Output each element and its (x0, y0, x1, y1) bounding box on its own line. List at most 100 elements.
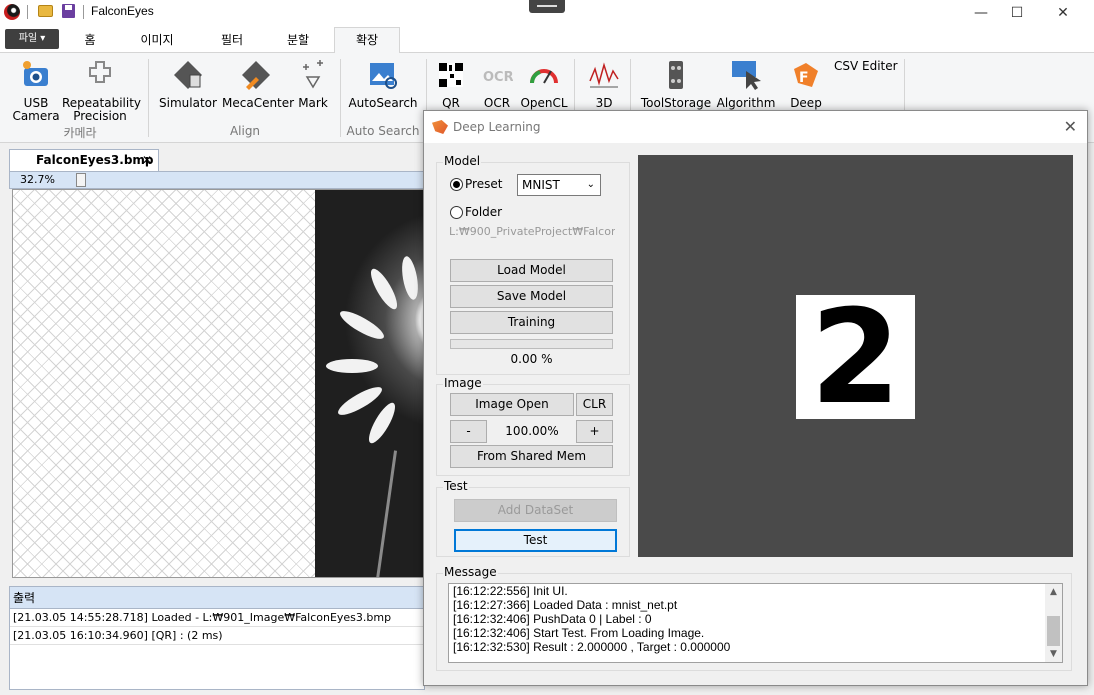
tab-extension[interactable]: 확장 (334, 27, 400, 54)
ocr-label: OCR (483, 96, 511, 110)
close-icon[interactable]: ✕ (142, 150, 152, 170)
output-header: 출력 (10, 587, 424, 609)
training-button[interactable]: Training (450, 311, 613, 334)
3d-label: 3D (595, 96, 613, 110)
divider (148, 59, 149, 137)
app-logo-icon[interactable] (4, 4, 20, 20)
output-row[interactable]: [21.03.05 14:55:28.718] Loaded - L:₩901_… (10, 609, 424, 627)
zoom-level: 32.7% (20, 173, 55, 186)
flower-photo (315, 190, 424, 577)
autosearch-button[interactable]: AutoSearch (348, 59, 418, 110)
algorithm-cursor-icon (732, 61, 761, 90)
clear-button[interactable]: CLR (576, 393, 613, 416)
from-shared-mem-button[interactable]: From Shared Mem (450, 445, 613, 468)
title-grip-handle[interactable] (529, 0, 565, 13)
add-dataset-button[interactable]: Add DataSet (454, 499, 617, 522)
title-bar: FalconEyes — ☐ ✕ (0, 0, 1094, 26)
ribbon-tab-bar: 파일 ▾ 홈 이미지 필터 분할 확장 (0, 26, 1094, 54)
test-button[interactable]: Test (454, 529, 617, 552)
usb-camera-button[interactable]: USB Camera (10, 59, 62, 123)
output-row[interactable]: [21.03.05 16:10:34.960] [QR] : (2 ms) (10, 627, 424, 645)
deep-label: Deep (790, 96, 822, 110)
mecacenter-icon (242, 61, 270, 90)
zoom-out-button[interactable]: - (450, 420, 487, 443)
chevron-down-icon: ⌄ (586, 179, 595, 190)
3d-graph-icon (589, 62, 619, 88)
mark-button[interactable]: Mark (292, 59, 334, 110)
divider (340, 59, 341, 137)
mecacenter-label: MecaCenter (222, 96, 295, 110)
deep-button[interactable]: F Deep (786, 59, 826, 110)
message-line: [16:12:32:406] PushData 0 | Label : 0 (453, 612, 652, 626)
tab-segment[interactable]: 분할 (276, 28, 320, 53)
csv-editer-button[interactable]: CSV Editer (834, 60, 900, 73)
zoom-in-button[interactable]: + (576, 420, 613, 443)
group-label-align: Align (229, 124, 261, 138)
toolstorage-button[interactable]: ToolStorage (640, 59, 712, 110)
dialog-close-button[interactable]: ✕ (1064, 117, 1077, 136)
document-tab-strip: FalconEyes3.bmp ✕ (0, 143, 425, 171)
deep-learning-icon (432, 120, 448, 134)
repeatability-label: Repeatability Precision (62, 96, 142, 123)
preset-select[interactable]: MNIST ⌄ (517, 174, 601, 196)
preset-radio[interactable] (450, 178, 463, 191)
ocr-icon: OCR (483, 70, 514, 85)
message-line: [16:12:32:530] Result : 2.000000 , Targe… (453, 640, 731, 654)
document-tab-title: FalconEyes3.bmp (36, 153, 154, 167)
test-group-label: Test (443, 479, 469, 493)
flower-petal (399, 255, 421, 301)
scrollbar-thumb[interactable] (1047, 616, 1060, 646)
scroll-up-icon[interactable]: ▲ (1045, 584, 1062, 600)
toolstorage-icon (669, 61, 683, 89)
model-group-label: Model (443, 154, 482, 168)
tab-filter[interactable]: 필터 (210, 28, 254, 53)
file-menu-button[interactable]: 파일 ▾ (5, 29, 59, 49)
output-panel: 출력 [21.03.05 14:55:28.718] Loaded - L:₩9… (9, 586, 425, 690)
simulator-button[interactable]: Simulator (156, 59, 220, 110)
flower-stem (375, 450, 398, 577)
svg-text:F: F (799, 70, 809, 86)
opencl-button[interactable]: OpenCL (520, 59, 568, 110)
usb-camera-label: USB Camera (12, 96, 60, 123)
tab-image[interactable]: 이미지 (130, 28, 184, 53)
message-line: [16:12:22:556] Init UI. (453, 584, 568, 598)
zoom-bar: 32.7% (9, 171, 425, 189)
simulator-icon (174, 61, 202, 89)
folder-radio[interactable] (450, 206, 463, 219)
training-progress-bar (450, 339, 613, 349)
load-model-button[interactable]: Load Model (450, 259, 613, 282)
save-model-button[interactable]: Save Model (450, 285, 613, 308)
3d-button[interactable]: 3D (586, 59, 622, 110)
autosearch-label: AutoSearch (348, 96, 418, 110)
algorithm-button[interactable]: Algorithm (714, 59, 778, 110)
document-tab[interactable]: FalconEyes3.bmp ✕ (9, 149, 159, 171)
maximize-button[interactable]: ☐ (994, 0, 1040, 26)
tab-home[interactable]: 홈 (72, 28, 108, 53)
message-line: [16:12:27:366] Loaded Data : mnist_net.p… (453, 598, 678, 612)
save-icon[interactable] (62, 4, 75, 18)
image-group-label: Image (443, 376, 483, 390)
message-log[interactable]: [16:12:22:556] Init UI. [16:12:27:366] L… (448, 583, 1063, 663)
repeatability-precision-button[interactable]: Repeatability Precision (62, 59, 142, 123)
camera-icon (23, 61, 48, 86)
message-line: [16:12:32:406] Start Test. From Loading … (453, 626, 705, 640)
image-zoom-value: 100.00% (505, 424, 559, 438)
image-canvas[interactable] (12, 189, 425, 578)
toolstorage-label: ToolStorage (640, 96, 712, 110)
zoom-slider-thumb[interactable] (76, 173, 86, 187)
divider (83, 5, 84, 19)
message-group-label: Message (443, 565, 498, 579)
ocr-button[interactable]: OCR OCR (478, 59, 516, 110)
qr-label: QR (442, 96, 460, 110)
qr-button[interactable]: QR (432, 59, 470, 110)
mecacenter-button[interactable]: MecaCenter (222, 59, 295, 110)
close-button[interactable]: ✕ (1040, 0, 1086, 26)
open-folder-icon[interactable] (38, 5, 53, 17)
image-viewer[interactable]: 2 (638, 155, 1073, 557)
gauge-icon (530, 69, 558, 84)
message-scrollbar[interactable]: ▲ ▼ (1045, 584, 1062, 662)
scroll-down-icon[interactable]: ▼ (1045, 646, 1062, 662)
image-open-button[interactable]: Image Open (450, 393, 574, 416)
simulator-label: Simulator (159, 96, 217, 110)
mnist-digit: 2 (810, 281, 901, 433)
